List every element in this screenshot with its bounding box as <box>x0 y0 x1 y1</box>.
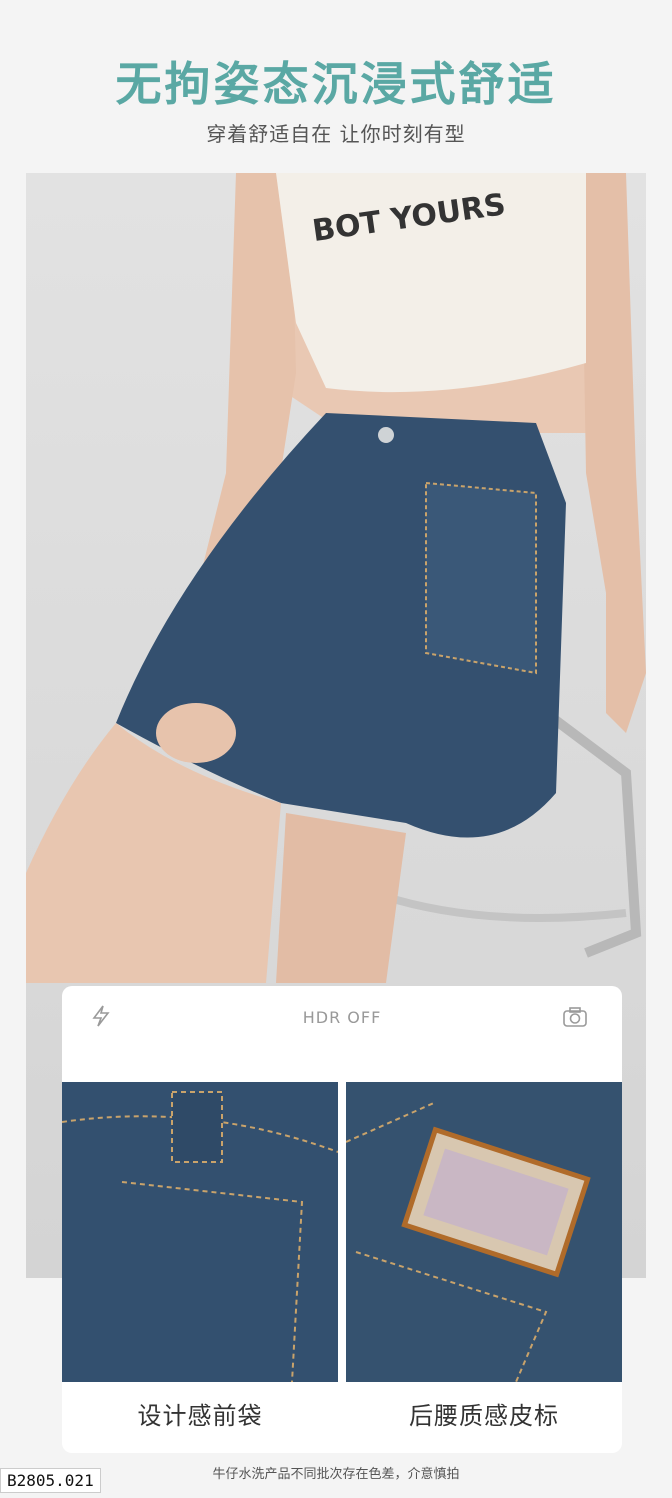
back-label-detail-image <box>346 1082 622 1382</box>
product-code: B2805.021 <box>0 1468 101 1493</box>
front-pocket-caption: 设计感前袋 <box>137 1402 263 1430</box>
page-title: 无拘姿态沉浸式舒适 <box>115 57 557 111</box>
front-pocket-detail-image <box>62 1082 338 1382</box>
color-difference-note: 牛仔水洗产品不同批次存在色差，介意慎拍 <box>212 1467 460 1482</box>
camera-card: HDR OFF 设计感前袋 后腰质感皮标 <box>62 986 622 1453</box>
page-subtitle: 穿着舒适自在 让你时刻有型 <box>206 122 466 146</box>
back-label-caption: 后腰质感皮标 <box>409 1402 559 1430</box>
hdr-toggle[interactable]: HDR OFF <box>62 1008 622 1027</box>
camera-icon[interactable] <box>562 1006 588 1032</box>
